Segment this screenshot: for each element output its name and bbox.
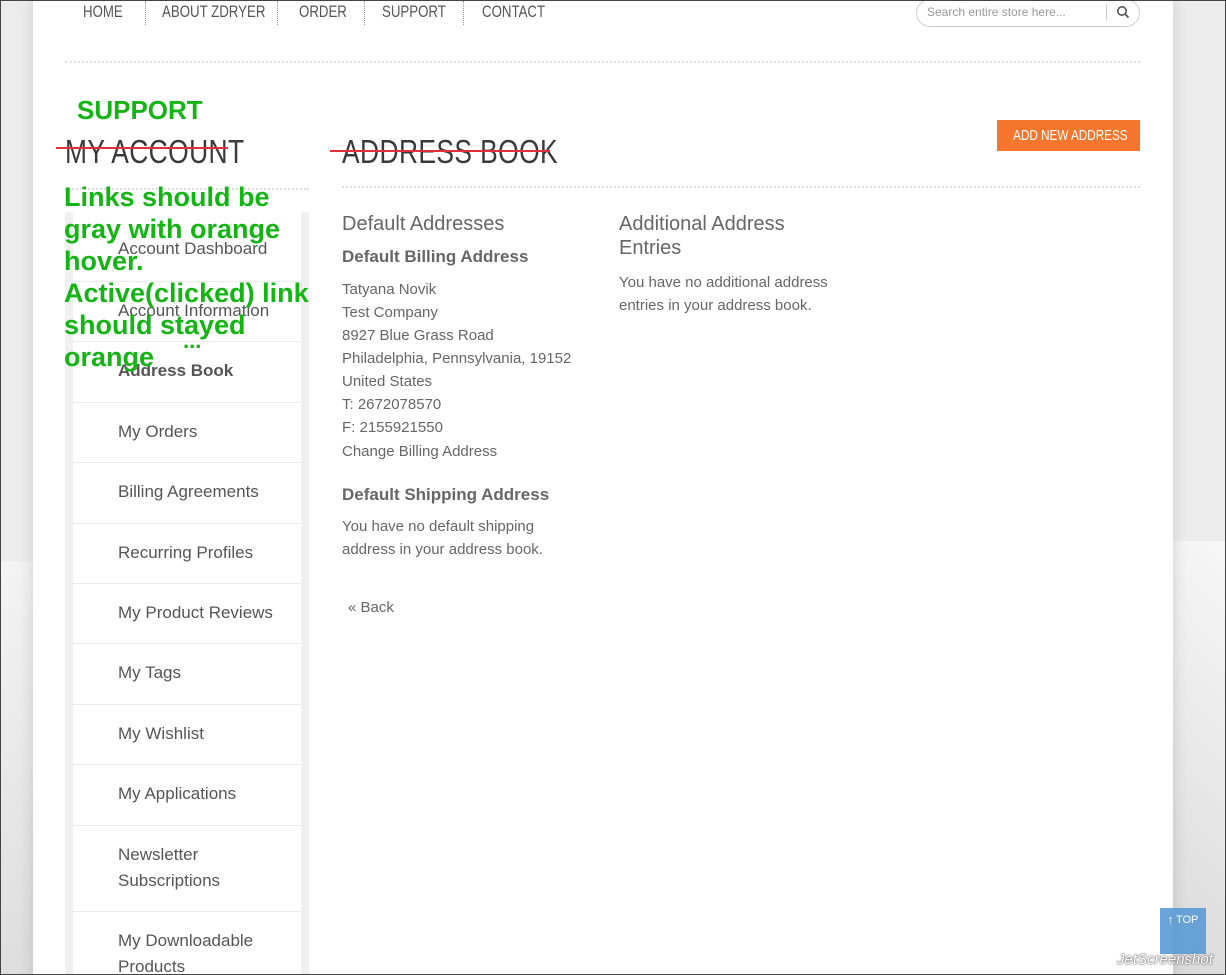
sidebar-item-my-downloadable-products[interactable]: My Downloadable Products [73,911,301,975]
nav-home[interactable]: HOME [83,1,123,23]
annotation-line-5: should stayed [64,310,246,340]
strike-line-address-book [330,150,550,152]
header-divider [65,61,1140,63]
add-new-address-label: ADD NEW ADDRESS [1013,127,1128,144]
annotation-line-4: Active(clicked) link [64,278,309,308]
search-box [916,1,1140,27]
nav-divider [145,1,146,25]
additional-entries-heading-line1: Additional Address [619,213,785,235]
sidebar-item-newsletter-subscriptions[interactable]: Newsletter Subscriptions [73,825,301,912]
sidebar-item-label: My Product Reviews [118,603,273,622]
nav-divider [364,1,365,25]
sidebar-item-label: Billing Agreements [118,482,259,501]
page-title: ADDRESS BOOK [342,133,559,170]
annotation-ellipsis: ... [183,328,202,353]
additional-message-line1: You have no additional address [619,274,828,291]
sidebar-item-label: Newsletter Subscriptions [118,845,221,890]
sidebar-item-label: My Tags [118,663,181,682]
billing-address-heading: Default Billing Address [342,247,529,266]
search-input[interactable] [927,3,1097,21]
nav-support[interactable]: SUPPORT [382,1,446,23]
sidebar-item-label: My Orders [118,422,198,441]
nav-divider [277,1,278,25]
billing-company: Test Company [342,304,438,321]
sidebar-item-label: Recurring Profiles [118,543,254,562]
back-link[interactable]: « Back [348,599,394,616]
billing-city: Philadelphia, Pennsylvania, 19152 [342,350,572,367]
billing-country: United States [342,373,433,390]
sidebar-item-label: My Downloadable Products [118,931,254,975]
add-new-address-button[interactable]: ADD NEW ADDRESS [997,120,1140,151]
back-to-top-label: ↑ TOP [1167,914,1199,926]
strike-line-my-account [56,147,228,149]
back-to-top-button[interactable]: ↑ TOP [1160,908,1206,954]
shipping-message-line2: address in your address book. [342,541,543,558]
nav-divider [463,1,464,25]
nav-contact[interactable]: CONTACT [482,1,545,23]
background-shape-left [1,561,35,974]
sidebar-item-recurring-profiles[interactable]: Recurring Profiles [73,523,301,584]
billing-name: Tatyana Novik [342,281,437,298]
annotation-line-6: orange [64,342,155,372]
sidebar-item-label: My Applications [118,784,237,803]
nav-about[interactable]: ABOUT ZDRYER [162,1,265,23]
sidebar-title: MY ACCOUNT [65,133,245,170]
page-container: HOME ABOUT ZDRYER ORDER SUPPORT CONTACT … [33,1,1173,975]
annotation-support: SUPPORT [77,95,203,125]
watermark: JetScreenshot [1117,951,1213,968]
additional-entries-heading-line2: Entries [619,237,682,259]
sidebar-item-billing-agreements[interactable]: Billing Agreements [73,462,301,523]
screenshot-frame: HOME ABOUT ZDRYER ORDER SUPPORT CONTACT … [0,0,1226,975]
sidebar-item-my-product-reviews[interactable]: My Product Reviews [73,583,301,644]
additional-message-line2: entries in your address book. [619,297,812,314]
sidebar-item-my-tags[interactable]: My Tags [73,643,301,704]
nav-order[interactable]: ORDER [299,1,347,23]
shipping-message-line1: You have no default shipping [342,518,535,535]
change-billing-address-link[interactable]: Change Billing Address [342,443,497,460]
default-addresses-heading: Default Addresses [342,213,505,235]
billing-street: 8927 Blue Grass Road [342,327,494,344]
search-icon [1117,6,1130,19]
sidebar-item-my-wishlist[interactable]: My Wishlist [73,704,301,765]
shipping-address-heading: Default Shipping Address [342,485,550,504]
search-divider [1106,4,1107,20]
billing-phone: T: 2672078570 [342,396,442,413]
title-divider [342,186,1140,188]
billing-fax: F: 2155921550 [342,419,443,436]
sidebar-item-label: My Wishlist [118,724,204,743]
search-button[interactable] [1112,2,1134,22]
annotation-line-3: hover. [64,246,144,276]
annotation-line-1: Links should be [64,182,270,212]
annotation-line-2: gray with orange [64,214,281,244]
sidebar-item-my-applications[interactable]: My Applications [73,764,301,825]
sidebar-item-my-orders[interactable]: My Orders [73,402,301,463]
